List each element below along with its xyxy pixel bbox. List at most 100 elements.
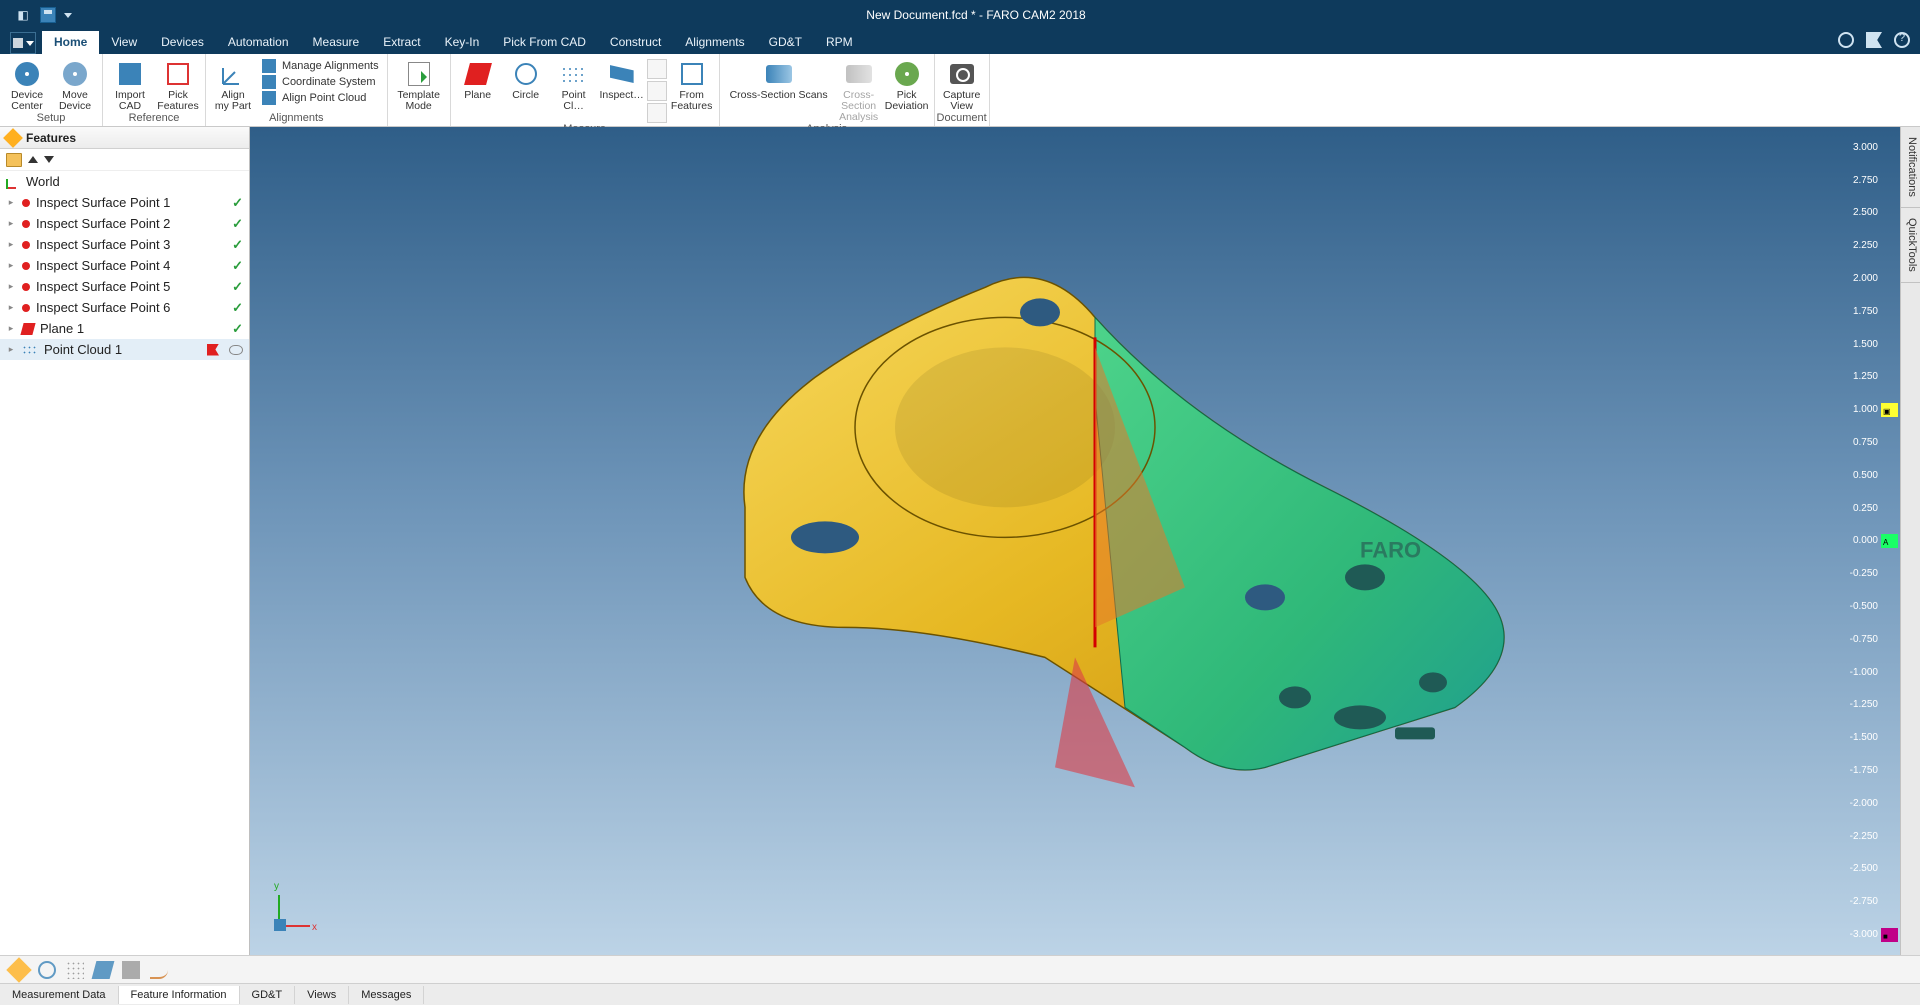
menu-tab-alignments[interactable]: Alignments [673, 31, 756, 54]
tree-item-6[interactable]: ▸Inspect Surface Point 6✓ [0, 297, 249, 318]
tree-item-label: World [26, 174, 60, 189]
capture-view-button[interactable]: Capture View [939, 57, 985, 112]
point-icon [22, 304, 30, 312]
app-icon: ◧ [14, 6, 32, 24]
align-item-1[interactable]: Coordinate System [262, 75, 379, 89]
filter-solid-icon[interactable] [122, 961, 140, 979]
circle-button[interactable]: Circle [503, 57, 549, 101]
sync-icon[interactable] [1838, 32, 1854, 48]
point-icon [22, 262, 30, 270]
tree-item-label: Inspect Surface Point 6 [36, 300, 170, 315]
scale-row: 1.750 [1844, 295, 1898, 328]
filter-cloud-icon[interactable] [66, 961, 84, 979]
3d-viewport[interactable]: FARO x y 3.0002.7502.5002.2502.0001.7501… [250, 127, 1920, 955]
check-icon: ✓ [232, 321, 243, 337]
scale-row: -2.500 [1844, 853, 1898, 886]
tree-item-2[interactable]: ▸Inspect Surface Point 2✓ [0, 213, 249, 234]
point-icon [22, 241, 30, 249]
features-panel-header: Features [0, 127, 249, 149]
import-cad-button[interactable]: Import CAD [107, 57, 153, 112]
bottom-tab-views[interactable]: Views [295, 986, 349, 1004]
from-features-button[interactable]: From Features [669, 57, 715, 112]
scale-row: 0.000A [1844, 525, 1898, 558]
align-item-0[interactable]: Manage Alignments [262, 59, 379, 73]
menu-tab-home[interactable]: Home [42, 31, 99, 54]
filter-curve-icon[interactable] [150, 961, 168, 979]
eye-icon[interactable] [229, 345, 243, 355]
align-item-2[interactable]: Align Point Cloud [262, 91, 379, 105]
measure-tool-2[interactable] [647, 81, 667, 101]
menu-tab-automation[interactable]: Automation [216, 31, 301, 54]
side-tabs: NotificationsQuickTools [1900, 127, 1920, 955]
part-logo-text: FARO [1360, 537, 1421, 562]
qat-dropdown-icon[interactable] [64, 13, 72, 18]
template-mode-button[interactable]: Template Mode [392, 57, 446, 112]
move-up-icon[interactable] [28, 156, 38, 163]
bottom-tab-measurement-data[interactable]: Measurement Data [0, 986, 119, 1004]
point-cloud-button[interactable]: Point Cl… [551, 57, 597, 112]
cross-section-scans-button[interactable]: Cross-Section Scans [724, 57, 834, 101]
flag-icon[interactable] [1866, 32, 1882, 48]
move-down-icon[interactable] [44, 156, 54, 163]
plane-button[interactable]: Plane [455, 57, 501, 101]
side-tab-quicktools[interactable]: QuickTools [1901, 208, 1920, 283]
group-label-alignments: Alignments [206, 112, 387, 126]
app-menu-button[interactable] [10, 32, 36, 54]
scale-row: 1.000▣ [1844, 393, 1898, 426]
axis-triad: x y [274, 883, 322, 931]
scale-row: -1.500 [1844, 721, 1898, 754]
folder-icon[interactable] [6, 153, 22, 167]
tree-item-1[interactable]: ▸Inspect Surface Point 1✓ [0, 192, 249, 213]
tree-item-label: Inspect Surface Point 4 [36, 258, 170, 273]
inspect-button[interactable]: Inspect… [599, 57, 645, 101]
save-icon[interactable] [40, 7, 56, 23]
point-icon [22, 283, 30, 291]
cad-part: FARO [625, 227, 1545, 787]
bottom-tab-messages[interactable]: Messages [349, 986, 424, 1004]
tree-item-7[interactable]: ▸Plane 1✓ [0, 318, 249, 339]
tree-item-0[interactable]: World [0, 171, 249, 192]
menu-tab-rpm[interactable]: RPM [814, 31, 865, 54]
menu-tab-view[interactable]: View [99, 31, 149, 54]
menu-tab-extract[interactable]: Extract [371, 31, 432, 54]
scale-row: -0.250 [1844, 557, 1898, 590]
help-icon[interactable] [1894, 32, 1910, 48]
menu-tab-devices[interactable]: Devices [149, 31, 216, 54]
menu-tab-construct[interactable]: Construct [598, 31, 673, 54]
pick-deviation-button[interactable]: Pick Deviation [884, 57, 930, 112]
measure-tool-3[interactable] [647, 103, 667, 123]
window-title: New Document.fcd * - FARO CAM2 2018 [72, 8, 1880, 22]
scale-row: -3.000■ [1844, 918, 1898, 951]
menu-tab-gd&t[interactable]: GD&T [757, 31, 814, 54]
check-icon: ✓ [232, 258, 243, 274]
scale-row: -1.000 [1844, 656, 1898, 689]
menu-tab-measure[interactable]: Measure [301, 31, 372, 54]
filter-plane-icon[interactable] [92, 961, 115, 979]
pick-features-button[interactable]: Pick Features [155, 57, 201, 112]
device-center-button[interactable]: Device Center [4, 57, 50, 112]
menu-tab-pick-from-cad[interactable]: Pick From CAD [491, 31, 598, 54]
tree-item-4[interactable]: ▸Inspect Surface Point 4✓ [0, 255, 249, 276]
measure-tool-1[interactable] [647, 59, 667, 79]
axis-y-label: y [274, 881, 279, 892]
features-panel: Features World▸Inspect Surface Point 1✓▸… [0, 127, 250, 955]
tree-item-3[interactable]: ▸Inspect Surface Point 3✓ [0, 234, 249, 255]
group-label-setup: Setup [0, 112, 102, 126]
filter-features-icon[interactable] [6, 957, 31, 982]
bottom-tab-feature-information[interactable]: Feature Information [119, 986, 240, 1004]
tree-item-8[interactable]: ▸Point Cloud 1 [0, 339, 249, 360]
tree-item-5[interactable]: ▸Inspect Surface Point 5✓ [0, 276, 249, 297]
menu-tab-key-in[interactable]: Key-In [433, 31, 492, 54]
filter-strip [0, 955, 1920, 983]
bottom-tab-gd&t[interactable]: GD&T [240, 986, 296, 1004]
scale-row: 2.000 [1844, 262, 1898, 295]
side-tab-notifications[interactable]: Notifications [1901, 127, 1920, 208]
align-my-part-button[interactable]: Align my Part [210, 57, 256, 112]
title-bar: ◧ New Document.fcd * - FARO CAM2 2018 [0, 0, 1920, 30]
filter-world-icon[interactable] [38, 961, 56, 979]
move-device-button[interactable]: Move Device [52, 57, 98, 112]
scale-row: -2.250 [1844, 820, 1898, 853]
color-scale: 3.0002.7502.5002.2502.0001.7501.5001.250… [1840, 127, 1900, 955]
cloud-icon [22, 345, 38, 355]
point-icon [22, 199, 30, 207]
